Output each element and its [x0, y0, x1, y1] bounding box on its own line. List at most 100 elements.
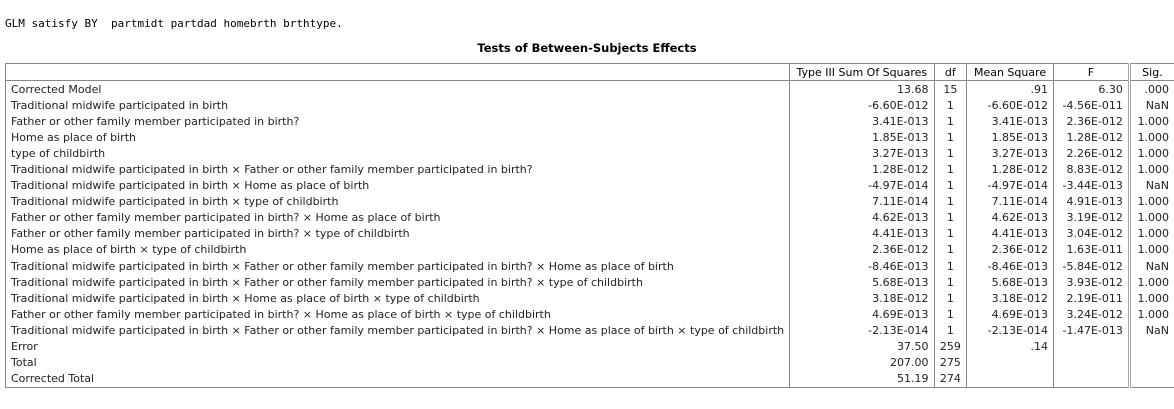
cell-f: 2.19E-011	[1052, 290, 1130, 307]
cell-df: 1	[933, 113, 967, 130]
cell-sum-of-squares: 4.41E-013	[789, 225, 935, 242]
cell-f: 1.63E-011	[1052, 241, 1130, 259]
cell-df: 1	[933, 177, 967, 194]
cell-source: Traditional midwife participated in birt…	[4, 97, 790, 114]
cell-sig: 1.000	[1127, 161, 1174, 178]
cell-f	[1052, 338, 1130, 355]
cell-df: 1	[933, 129, 967, 146]
cell-source: Traditional midwife participated in birt…	[4, 274, 790, 291]
cell-sum-of-squares: -6.60E-012	[789, 97, 935, 114]
cell-sig: 1.000	[1127, 113, 1174, 130]
cell-f: 3.93E-012	[1052, 274, 1130, 291]
cell-f: 2.36E-012	[1052, 113, 1130, 130]
cell-f	[1052, 370, 1130, 388]
cell-sig: .000	[1127, 80, 1174, 98]
table-row: Father or other family member participat…	[4, 306, 1174, 323]
cell-sum-of-squares: 3.18E-012	[789, 290, 935, 307]
table-title: Tests of Between-Subjects Effects	[477, 41, 697, 55]
table-row: Traditional midwife participated in birt…	[4, 193, 1174, 210]
cell-mean-square	[966, 370, 1054, 388]
cell-sum-of-squares: 3.41E-013	[789, 113, 935, 130]
column-header-mean-square: Mean Square	[966, 63, 1054, 81]
cell-df: 1	[933, 193, 967, 210]
cell-df: 274	[933, 370, 967, 388]
cell-sig: 1.000	[1127, 290, 1174, 307]
cell-sum-of-squares: 207.00	[789, 354, 935, 371]
cell-source: Father or other family member participat…	[4, 113, 790, 130]
cell-df: 1	[933, 225, 967, 242]
cell-sig	[1127, 354, 1174, 371]
cell-mean-square: 2.36E-012	[966, 241, 1054, 259]
cell-source: type of childbirth	[4, 145, 790, 162]
cell-sig: NaN	[1127, 177, 1174, 194]
cell-mean-square: -6.60E-012	[966, 97, 1054, 114]
column-header-sig: Sig.	[1127, 63, 1174, 81]
cell-sum-of-squares: 1.85E-013	[789, 129, 935, 146]
cell-f: 1.28E-012	[1052, 129, 1130, 146]
cell-mean-square: -4.97E-014	[966, 177, 1054, 194]
cell-df: 1	[933, 306, 967, 323]
cell-source: Home as place of birth × type of childbi…	[4, 241, 790, 259]
cell-f: -1.47E-013	[1052, 322, 1130, 339]
table-row: Home as place of birth 1.85E-013 1 1.85E-01…	[4, 129, 1174, 146]
cell-f: -3.44E-013	[1052, 177, 1130, 194]
cell-sig: 1.000	[1127, 129, 1174, 146]
table-row: Traditional midwife participated in birt…	[4, 258, 1174, 275]
cell-sig: 1.000	[1127, 274, 1174, 291]
cell-sum-of-squares: 2.36E-012	[789, 241, 935, 259]
table-row: Traditional midwife participated in birt…	[4, 290, 1174, 307]
cell-sig: 1.000	[1127, 209, 1174, 226]
cell-mean-square: 3.41E-013	[966, 113, 1054, 130]
table-row: type of childbirth 3.27E-013 1 3.27E-013 2.2…	[4, 145, 1174, 162]
table-row: Corrected Total 51.19 274	[4, 370, 1174, 388]
column-header-f: F	[1052, 63, 1130, 81]
cell-source: Error	[4, 338, 790, 355]
table-row: Father or other family member participat…	[4, 113, 1174, 130]
cell-f: 3.19E-012	[1052, 209, 1130, 226]
cell-sig: 1.000	[1127, 225, 1174, 242]
cell-df: 1	[933, 145, 967, 162]
cell-source: Traditional midwife participated in birt…	[4, 322, 790, 339]
cell-mean-square	[966, 354, 1054, 371]
cell-sum-of-squares: -4.97E-014	[789, 177, 935, 194]
cell-f: 3.04E-012	[1052, 225, 1130, 242]
cell-sum-of-squares: -8.46E-013	[789, 258, 935, 275]
cell-mean-square: 1.28E-012	[966, 161, 1054, 178]
cell-source: Father or other family member participat…	[4, 225, 790, 242]
column-header-df: df	[933, 63, 967, 81]
cell-mean-square: 3.18E-012	[966, 290, 1054, 307]
cell-source: Father or other family member participat…	[4, 209, 790, 226]
cell-sum-of-squares: 1.28E-012	[789, 161, 935, 178]
column-header-source	[4, 63, 790, 81]
cell-source: Traditional midwife participated in birt…	[4, 177, 790, 194]
cell-sum-of-squares: 51.19	[789, 370, 935, 388]
cell-sig: NaN	[1127, 258, 1174, 275]
cell-df: 1	[933, 161, 967, 178]
cell-f: 3.24E-012	[1052, 306, 1130, 323]
between-subjects-effects-table: Type III Sum Of Squares df Mean Square F Sig…	[4, 63, 1174, 388]
table-row: Father or other family member participat…	[4, 209, 1174, 226]
cell-f	[1052, 354, 1130, 371]
cell-source: Traditional midwife participated in birt…	[4, 290, 790, 307]
cell-f: -5.84E-012	[1052, 258, 1130, 275]
cell-mean-square: 4.69E-013	[966, 306, 1054, 323]
cell-mean-square: -2.13E-014	[966, 322, 1054, 339]
table-row: Traditional midwife participated in birt…	[4, 161, 1174, 178]
table-row: Corrected Model 13.68 15.91 6.30.000	[4, 80, 1174, 98]
cell-mean-square: 5.68E-013	[966, 274, 1054, 291]
cell-mean-square: 1.85E-013	[966, 129, 1054, 146]
cell-sum-of-squares: 37.50	[789, 338, 935, 355]
cell-df: 275	[933, 354, 967, 371]
cell-f: -4.56E-011	[1052, 97, 1130, 114]
cell-df: 1	[933, 322, 967, 339]
cell-f: 4.91E-013	[1052, 193, 1130, 210]
cell-sum-of-squares: -2.13E-014	[789, 322, 935, 339]
cell-source: Traditional midwife participated in birt…	[4, 258, 790, 275]
cell-sig	[1127, 370, 1174, 388]
table-row: Traditional midwife participated in birt…	[4, 97, 1174, 114]
cell-sig: 1.000	[1127, 145, 1174, 162]
cell-sig: NaN	[1127, 322, 1174, 339]
syntax-command: GLM satisfy BY partmidt partdad homebrth…	[5, 17, 343, 30]
cell-sig	[1127, 338, 1174, 355]
cell-f: 6.30	[1052, 80, 1130, 98]
